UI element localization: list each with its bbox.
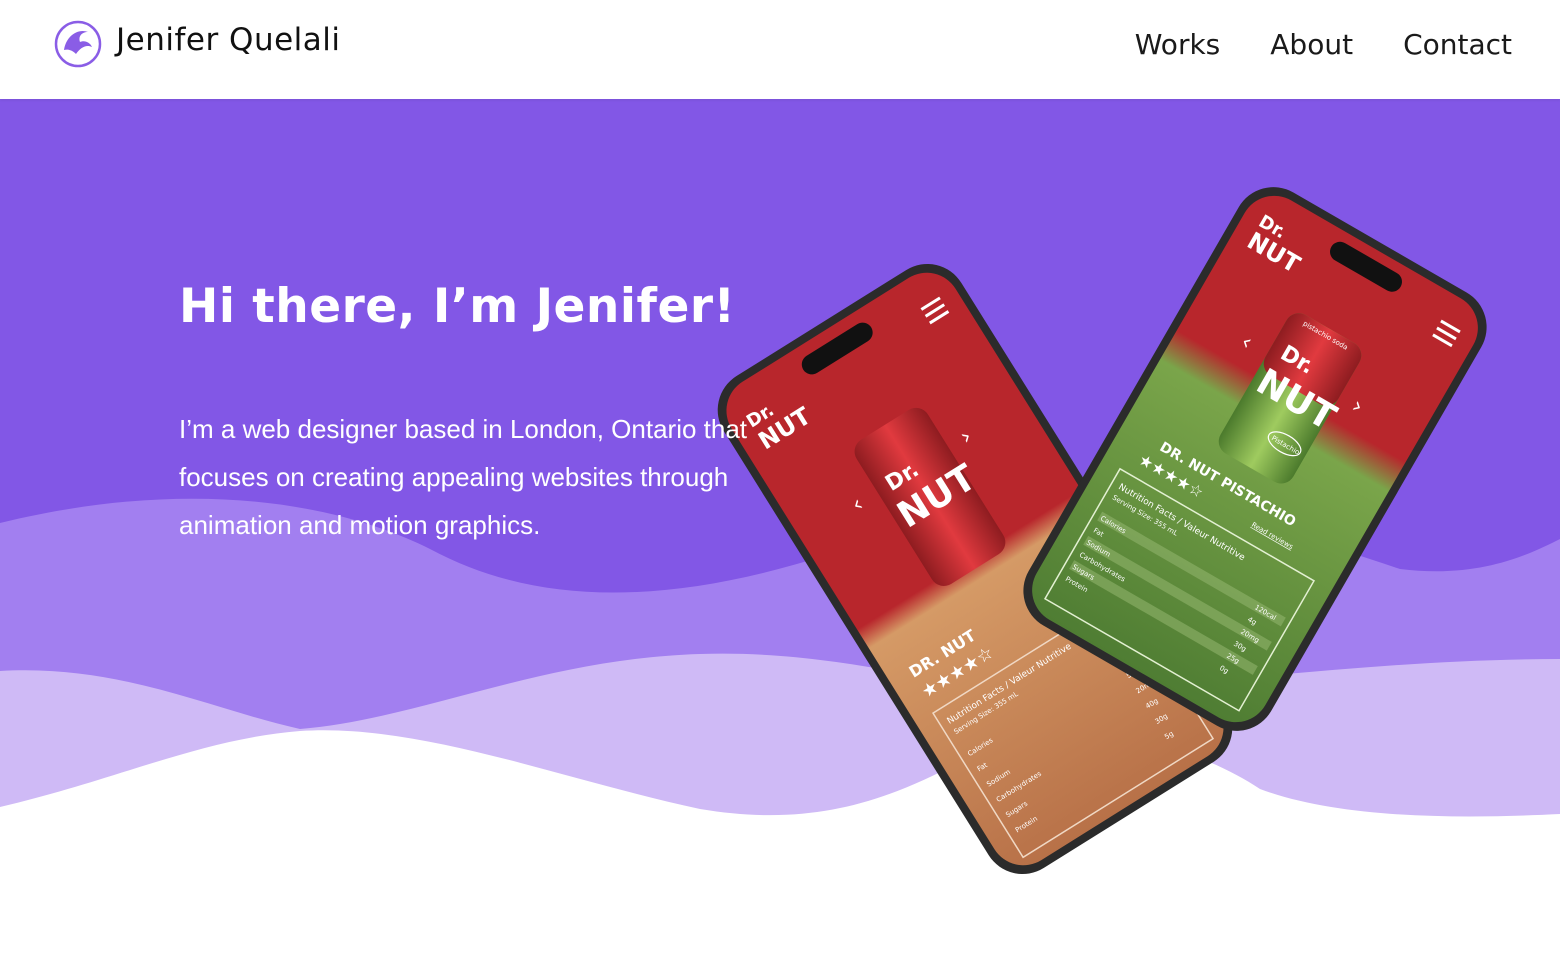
- main-nav: Works About Contact: [1085, 28, 1512, 61]
- site-header: Jenifer Quelali Works About Contact: [0, 0, 1560, 99]
- hero-title: Hi there, I’m Jenifer!: [179, 279, 736, 334]
- brand-name[interactable]: Jenifer Quelali: [116, 22, 341, 58]
- bird-logo-icon[interactable]: [54, 20, 102, 68]
- nav-link-about[interactable]: About: [1270, 28, 1353, 61]
- nav-link-contact[interactable]: Contact: [1403, 28, 1512, 61]
- hero-section: Hi there, I’m Jenifer! I’m a web designe…: [0, 99, 1560, 955]
- nav-link-works[interactable]: Works: [1135, 28, 1221, 61]
- hero-description: I’m a web designer based in London, Onta…: [179, 414, 748, 540]
